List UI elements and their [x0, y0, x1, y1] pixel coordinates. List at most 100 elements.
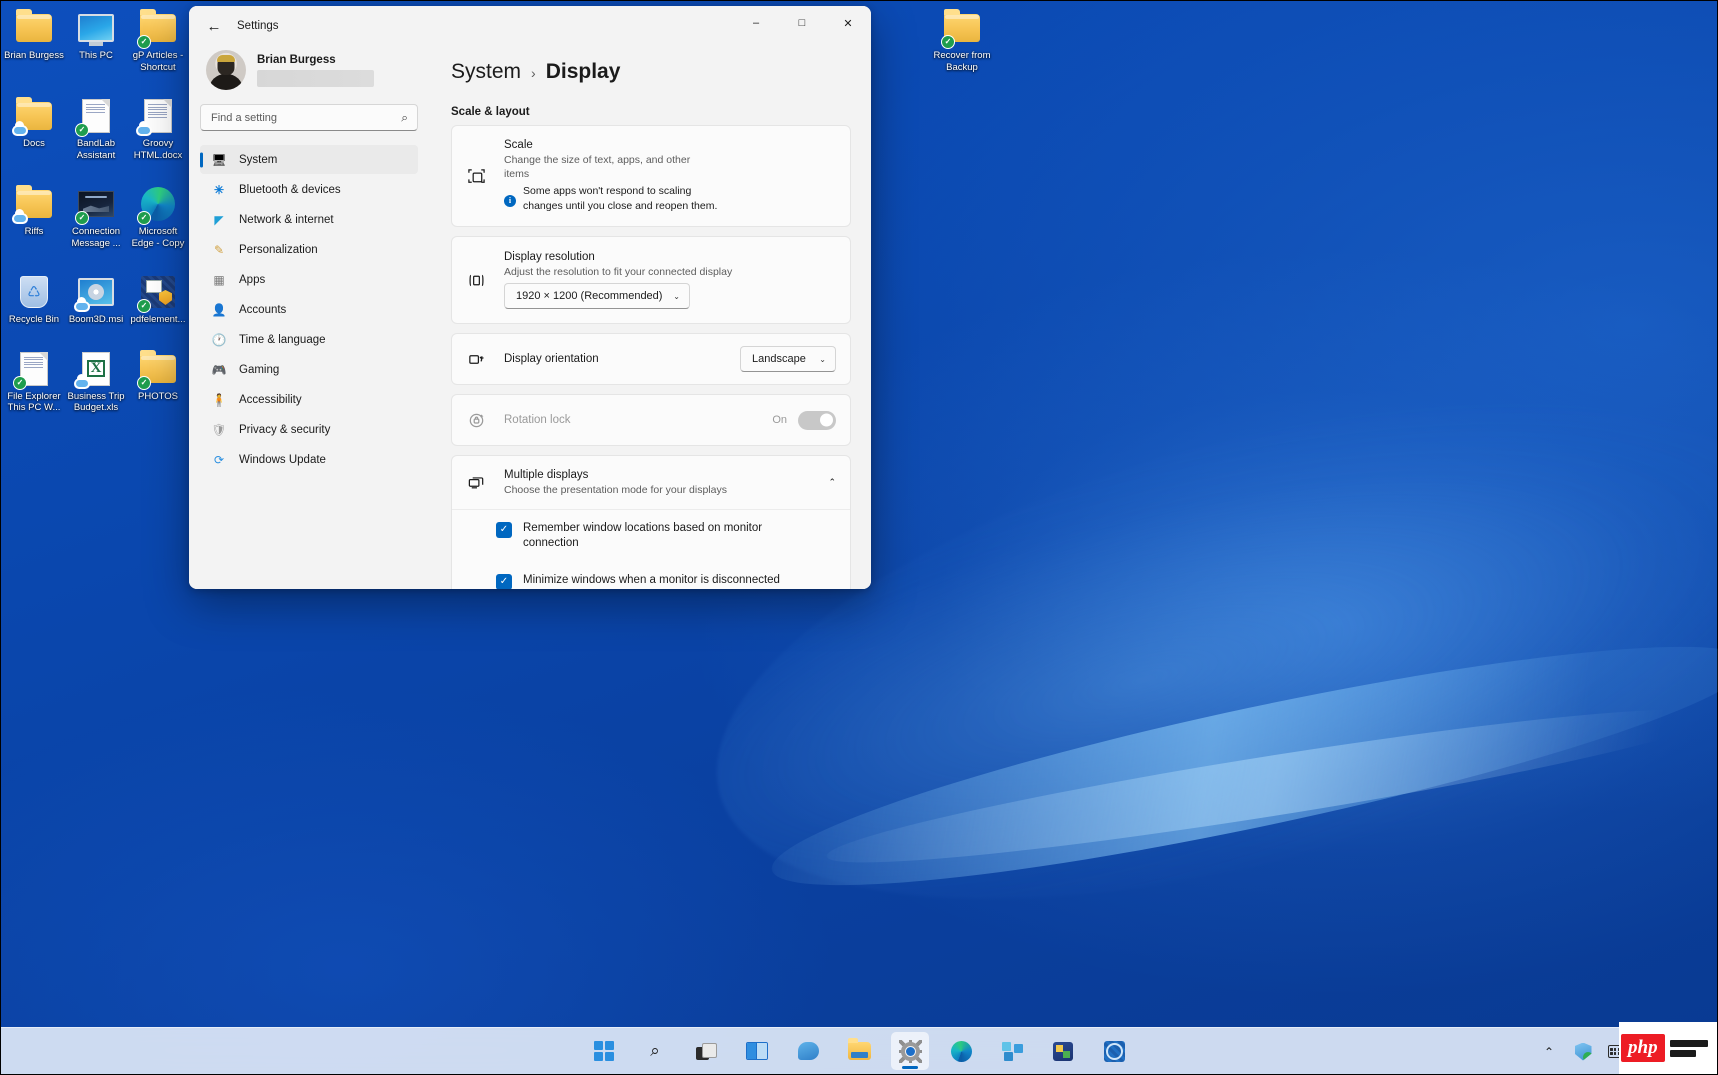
- desktop-icon-label: Brian Burgess: [4, 50, 64, 62]
- desktop-icon[interactable]: ✓ PHOTOS: [127, 350, 189, 414]
- sidebar-item-gaming[interactable]: 🎮 Gaming: [200, 355, 418, 384]
- desktop-icon[interactable]: ✓ gP Articles - Shortcut: [127, 9, 189, 73]
- desktop-icon[interactable]: ✓ Microsoft Edge - Copy: [127, 185, 189, 249]
- store-icon: [1002, 1042, 1023, 1061]
- folder-icon: ✓: [139, 350, 177, 388]
- window-controls: – □ ✕: [733, 6, 871, 40]
- desktop-icon[interactable]: Riffs: [3, 185, 65, 249]
- taskbar-edge-button[interactable]: [942, 1032, 980, 1070]
- sidebar-item-time-language[interactable]: 🕐 Time & language: [200, 325, 418, 354]
- avatar[interactable]: [206, 50, 246, 90]
- document-icon: ✓: [15, 350, 53, 388]
- desktop-icon[interactable]: ✓ pdfelement...: [127, 273, 189, 326]
- taskbar-widgets-button[interactable]: [738, 1032, 776, 1070]
- page-title: Display: [546, 60, 621, 84]
- orientation-dropdown[interactable]: Landscape ⌄: [740, 346, 836, 372]
- desktop-icon[interactable]: This PC: [65, 9, 127, 73]
- php-watermark: php: [1619, 1022, 1717, 1074]
- checkbox-row[interactable]: ✓ Minimize windows when a monitor is dis…: [452, 562, 850, 589]
- taskbar-app-button[interactable]: [1095, 1032, 1133, 1070]
- taskbar-search-button[interactable]: ⌕: [636, 1032, 674, 1070]
- taskbar-store-button[interactable]: [993, 1032, 1031, 1070]
- back-button[interactable]: ←: [199, 11, 229, 41]
- wifi-icon: ◤: [211, 212, 227, 228]
- sidebar-nav-list: 🖥 System ✳ Bluetooth & devices ◤ Network…: [200, 145, 418, 474]
- desktop-icon-recover-from-backup[interactable]: ✓ Recover from Backup: [931, 9, 993, 73]
- sidebar-item-label: Time & language: [239, 334, 326, 346]
- scale-note-text: Some apps won't respond to scaling chang…: [523, 184, 733, 214]
- rotation-lock-icon: [466, 411, 486, 430]
- sidebar-item-system[interactable]: 🖥 System: [200, 145, 418, 174]
- sidebar-item-apps[interactable]: ▦ Apps: [200, 265, 418, 294]
- sync-check-badge-icon: ✓: [137, 376, 151, 390]
- resolution-value: 1920 × 1200 (Recommended): [516, 290, 662, 302]
- account-row[interactable]: Brian Burgess: [200, 46, 418, 100]
- sidebar-item-label: Gaming: [239, 364, 279, 376]
- taskbar-office-button[interactable]: [1044, 1032, 1082, 1070]
- desktop-icon[interactable]: X Business Trip Budget.xls: [65, 350, 127, 414]
- chat-icon: [798, 1042, 819, 1060]
- sidebar-item-windows-update[interactable]: ⟳ Windows Update: [200, 445, 418, 474]
- taskbar-file-explorer-button[interactable]: [840, 1032, 878, 1070]
- scale-card[interactable]: Scale Change the size of text, apps, and…: [451, 125, 851, 227]
- sidebar-item-accessibility[interactable]: 🧍 Accessibility: [200, 385, 418, 414]
- chevron-up-icon[interactable]: ⌃: [828, 477, 836, 488]
- account-icon: 👤: [211, 302, 227, 318]
- window-title: Settings: [237, 20, 279, 32]
- desktop-icon[interactable]: Boom3D.msi: [65, 273, 127, 326]
- close-button[interactable]: ✕: [825, 6, 871, 40]
- minimize-windows-checkbox[interactable]: ✓: [496, 574, 512, 589]
- multiple-displays-card: Multiple displays Choose the presentatio…: [451, 455, 851, 589]
- defender-tray-button[interactable]: [1569, 1037, 1597, 1067]
- desktop-icon-label: Riffs: [25, 226, 44, 238]
- desktop-icon[interactable]: ♺ Recycle Bin: [3, 273, 65, 326]
- taskbar-start-button[interactable]: [585, 1032, 623, 1070]
- orientation-title: Display orientation: [504, 353, 599, 365]
- search-icon: ⌕: [650, 1041, 660, 1061]
- taskbar-settings-button[interactable]: [891, 1032, 929, 1070]
- resolution-subtitle: Adjust the resolution to fit your connec…: [504, 265, 836, 279]
- sync-check-badge-icon: ✓: [75, 211, 89, 225]
- edge-icon: ✓: [139, 185, 177, 223]
- resolution-dropdown[interactable]: 1920 × 1200 (Recommended) ⌄: [504, 283, 690, 309]
- sidebar-item-privacy-security[interactable]: 🛡 Privacy & security: [200, 415, 418, 444]
- taskbar-task-view-button[interactable]: [687, 1032, 725, 1070]
- sync-check-badge-icon: ✓: [75, 123, 89, 137]
- desktop-icon[interactable]: ✓ BandLab Assistant: [65, 97, 127, 161]
- minimize-button[interactable]: –: [733, 6, 779, 40]
- checkbox-row[interactable]: ✓ Remember window locations based on mon…: [452, 510, 850, 562]
- sidebar-item-personalization[interactable]: ✎ Personalization: [200, 235, 418, 264]
- orientation-icon: [466, 350, 486, 369]
- desktop-icon-label: PHOTOS: [138, 391, 178, 403]
- multiple-displays-header[interactable]: Multiple displays Choose the presentatio…: [452, 456, 850, 510]
- search-input[interactable]: [201, 112, 417, 124]
- desktop-icon[interactable]: ✓ File Explorer This PC W...: [3, 350, 65, 414]
- maximize-button[interactable]: □: [779, 6, 825, 40]
- account-name: Brian Burgess: [257, 54, 374, 66]
- resolution-title: Display resolution: [504, 251, 836, 263]
- multiple-displays-text: Multiple displays Choose the presentatio…: [504, 469, 828, 497]
- section-title: Scale & layout: [451, 106, 871, 118]
- sidebar-item-accounts[interactable]: 👤 Accounts: [200, 295, 418, 324]
- search-box[interactable]: ⌕: [200, 104, 418, 131]
- desktop-icon[interactable]: Groovy HTML.docx: [127, 97, 189, 161]
- task-view-icon: [696, 1043, 717, 1060]
- image-thumbnail-icon: ✓: [77, 185, 115, 223]
- show-hidden-icons-button[interactable]: ⌃: [1535, 1037, 1563, 1067]
- display-resolution-card[interactable]: Display resolution Adjust the resolution…: [451, 236, 851, 324]
- desktop-icon-label: Connection Message ...: [65, 226, 127, 249]
- taskbar-chat-button[interactable]: [789, 1032, 827, 1070]
- sidebar-item-bluetooth-devices[interactable]: ✳ Bluetooth & devices: [200, 175, 418, 204]
- rotation-lock-toggle[interactable]: [798, 411, 836, 430]
- folder-icon: ✓: [139, 9, 177, 47]
- sidebar-item-network-internet[interactable]: ◤ Network & internet: [200, 205, 418, 234]
- sidebar-item-label: Windows Update: [239, 454, 326, 466]
- shield-icon: 🛡: [211, 422, 227, 438]
- desktop-icon[interactable]: ✓ Connection Message ...: [65, 185, 127, 249]
- desktop-icon[interactable]: Docs: [3, 97, 65, 161]
- breadcrumb-root[interactable]: System: [451, 60, 521, 84]
- remember-window-locations-checkbox[interactable]: ✓: [496, 522, 512, 538]
- desktop-icon[interactable]: Brian Burgess: [3, 9, 65, 73]
- desktop-icon-label: BandLab Assistant: [65, 138, 127, 161]
- display-orientation-card[interactable]: Display orientation Landscape ⌄: [451, 333, 851, 385]
